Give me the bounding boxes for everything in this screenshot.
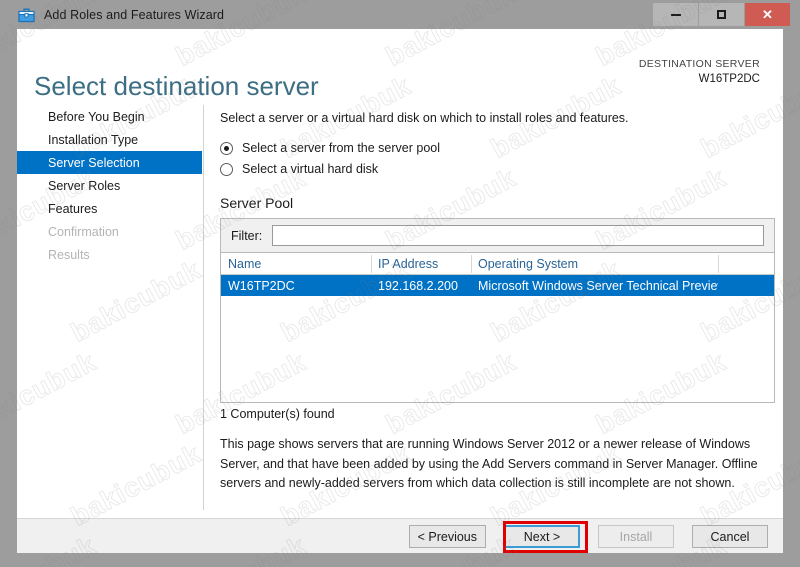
window-controls: ✕ (653, 3, 790, 26)
page-title: Select destination server (34, 71, 319, 102)
install-button-label: Install (619, 529, 653, 544)
column-divider[interactable] (371, 255, 372, 273)
filter-panel: Filter: (220, 218, 775, 253)
column-divider[interactable] (718, 255, 719, 273)
server-pool-heading: Server Pool (220, 195, 294, 211)
next-button[interactable]: Next > (504, 525, 580, 548)
destination-server-label: DESTINATION SERVER (638, 58, 760, 70)
wizard-footer: < Previous Next > Install Cancel (17, 518, 783, 553)
sidebar-item-server-roles[interactable]: Server Roles (17, 174, 203, 197)
radio-unselected-icon[interactable] (220, 162, 233, 176)
computers-found-text: 1 Computer(s) found (220, 407, 335, 421)
radio-option-virtual-hard-disk[interactable]: Select a virtual hard disk (220, 159, 783, 179)
sidebar-item-features[interactable]: Features (17, 197, 203, 220)
radio-option-label: Select a virtual hard disk (242, 162, 379, 176)
install-button: Install (598, 525, 674, 548)
next-button-label: Next > (523, 529, 561, 544)
intro-text: Select a server or a virtual hard disk o… (220, 111, 629, 125)
sidebar-item-label: Before You Begin (48, 109, 145, 124)
sidebar-item-label: Server Roles (48, 178, 121, 193)
minimize-button[interactable] (653, 3, 698, 26)
sidebar-item-installation-type[interactable]: Installation Type (17, 128, 203, 151)
close-icon: ✕ (762, 6, 773, 22)
sidebar-item-label: Results (48, 247, 90, 262)
wizard-steps-sidebar: Before You Begin Installation Type Serve… (17, 105, 203, 505)
previous-button[interactable]: < Previous (408, 525, 486, 548)
wizard-window: Add Roles and Features Wizard ✕ Select d… (0, 0, 800, 567)
footer-button-group: < Previous Next > Install Cancel (408, 525, 768, 548)
sidebar-divider (203, 105, 204, 510)
cell-name: W16TP2DC (228, 278, 295, 293)
sidebar-item-server-selection[interactable]: Server Selection (17, 151, 202, 174)
column-divider[interactable] (471, 255, 472, 273)
radio-selected-icon[interactable] (220, 141, 233, 155)
table-header-row: Name IP Address Operating System (221, 253, 774, 275)
toolbox-icon (17, 6, 35, 24)
column-header-ip-address[interactable]: IP Address (371, 257, 471, 271)
help-text: This page shows servers that are running… (220, 437, 758, 490)
sidebar-item-before-you-begin[interactable]: Before You Begin (17, 105, 203, 128)
filter-input[interactable] (272, 225, 764, 246)
cancel-button-label: Cancel (710, 529, 750, 544)
main-panel: Select a server or a virtual hard disk o… (220, 111, 783, 494)
minimize-icon (670, 13, 681, 16)
previous-button-label: < Previous (417, 529, 477, 544)
title-bar: Add Roles and Features Wizard ✕ (0, 0, 800, 29)
radio-option-server-pool[interactable]: Select a server from the server pool (220, 138, 783, 158)
maximize-button[interactable] (699, 3, 744, 26)
radio-option-label: Select a server from the server pool (242, 141, 440, 155)
wizard-client-area: Select destination server DESTINATION SE… (17, 29, 783, 551)
maximize-icon (717, 10, 726, 19)
filter-label: Filter: (231, 228, 263, 243)
window-title: Add Roles and Features Wizard (44, 7, 225, 22)
sidebar-item-label: Installation Type (48, 132, 139, 147)
cell-operating-system: Microsoft Windows Server Technical Previ… (478, 278, 718, 293)
sidebar-item-confirmation: Confirmation (17, 220, 203, 243)
server-pool-table: Name IP Address Operating System W16TP2D… (220, 253, 775, 403)
table-row[interactable]: W16TP2DC 192.168.2.200 Microsoft Windows… (221, 275, 774, 296)
sidebar-item-label: Features (48, 201, 98, 216)
destination-server-value: W16TP2DC (698, 73, 760, 85)
sidebar-item-label: Confirmation (48, 224, 119, 239)
sidebar-item-results: Results (17, 243, 203, 266)
cancel-button[interactable]: Cancel (692, 525, 768, 548)
column-header-name[interactable]: Name (221, 257, 371, 271)
close-button[interactable]: ✕ (745, 3, 790, 26)
destination-server-info: DESTINATION SERVER W16TP2DC (639, 57, 760, 87)
column-header-operating-system[interactable]: Operating System (471, 257, 718, 271)
cell-ip-address: 192.168.2.200 (378, 278, 458, 293)
sidebar-item-label: Server Selection (48, 155, 140, 170)
